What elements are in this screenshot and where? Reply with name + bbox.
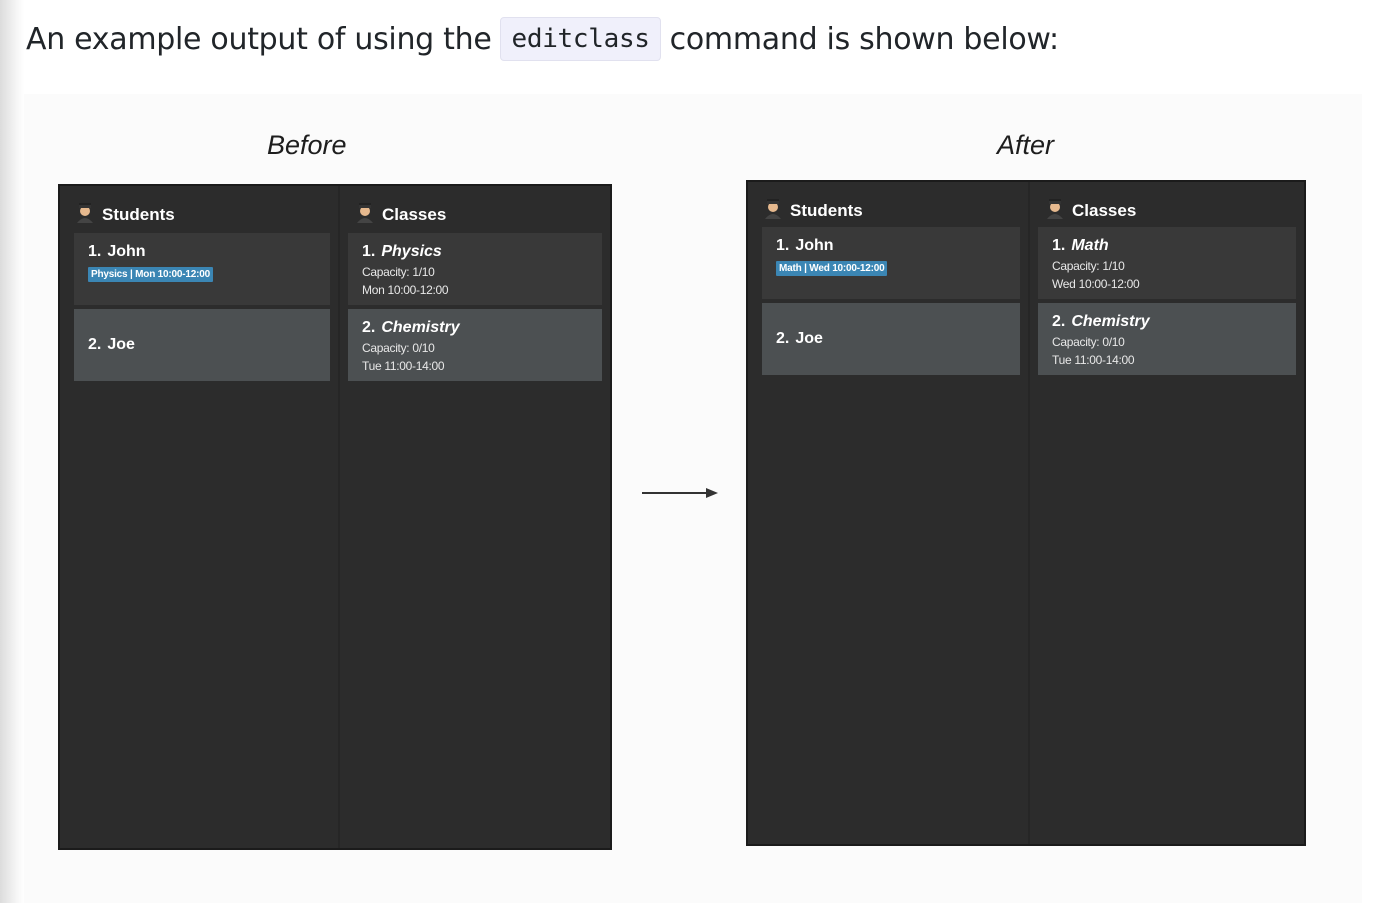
class-capacity: Capacity: 0/10 <box>1052 335 1125 349</box>
intro-sentence: An example output of using the editclass… <box>26 14 1059 64</box>
pane-title: Classes <box>382 205 447 224</box>
class-time: Tue 11:00-14:00 <box>1052 353 1135 367</box>
student-graduate-icon <box>76 202 94 228</box>
student-graduate-icon <box>1046 198 1064 224</box>
student-name: Joe <box>795 330 823 347</box>
after-students-header: Students <box>748 196 1028 226</box>
student-name: John <box>795 237 834 254</box>
class-name: Math <box>1071 237 1109 254</box>
list-item[interactable]: 1. Math Capacity: 1/10 Wed 10:00-12:00 <box>1038 227 1296 299</box>
pane-title: Classes <box>1072 201 1137 220</box>
after-classes-pane: Classes 1. Math Capacity: 1/10 Wed 10:00-… <box>1030 182 1304 844</box>
class-name: Physics <box>381 243 442 260</box>
pane-title: Students <box>790 201 863 220</box>
left-shade <box>0 0 24 903</box>
class-tag: Physics | Mon 10:00-12:00 <box>88 267 213 282</box>
after-classes-header: Classes <box>1030 196 1304 226</box>
intro-text-before: An example output of using the <box>26 21 492 57</box>
list-item[interactable]: 2. Joe <box>74 309 330 381</box>
list-item[interactable]: 1. John Math | Wed 10:00-12:00 <box>762 227 1020 299</box>
intro-text-after: command is shown below: <box>669 21 1059 57</box>
class-capacity: Capacity: 1/10 <box>1052 259 1125 273</box>
list-item[interactable]: 1. Physics Capacity: 1/10 Mon 10:00-12:00 <box>348 233 602 305</box>
item-index: 2. <box>1052 313 1066 330</box>
item-index: 2. <box>88 336 102 353</box>
class-time: Wed 10:00-12:00 <box>1052 277 1140 291</box>
item-index: 1. <box>88 243 102 260</box>
before-classes-pane: Classes 1. Physics Capacity: 1/10 Mon 10:… <box>340 186 610 848</box>
item-index: 1. <box>1052 237 1066 254</box>
student-name: Joe <box>107 336 135 353</box>
list-item[interactable]: 2. Joe <box>762 303 1020 375</box>
after-app-window: Students 1. John Math | Wed 10:00-12:00 2… <box>746 180 1306 846</box>
list-item[interactable]: 1. John Physics | Mon 10:00-12:00 <box>74 233 330 305</box>
item-index: 2. <box>362 319 376 336</box>
after-students-pane: Students 1. John Math | Wed 10:00-12:00 2… <box>748 182 1030 844</box>
student-graduate-icon <box>356 202 374 228</box>
item-index: 1. <box>362 243 376 260</box>
after-caption: After <box>997 130 1055 160</box>
class-capacity: Capacity: 0/10 <box>362 341 435 355</box>
before-students-pane: Students 1. John Physics | Mon 10:00-12:0… <box>60 186 340 848</box>
class-time: Mon 10:00-12:00 <box>362 283 449 297</box>
list-item[interactable]: 2. Chemistry Capacity: 0/10 Tue 11:00-14:… <box>348 309 602 381</box>
class-name: Chemistry <box>381 319 460 336</box>
list-item[interactable]: 2. Chemistry Capacity: 0/10 Tue 11:00-14:… <box>1038 303 1296 375</box>
class-capacity: Capacity: 1/10 <box>362 265 435 279</box>
before-students-header: Students <box>60 200 338 230</box>
pane-title: Students <box>102 205 175 224</box>
class-name: Chemistry <box>1071 313 1150 330</box>
item-index: 2. <box>776 330 790 347</box>
item-index: 1. <box>776 237 790 254</box>
before-caption: Before <box>267 130 347 160</box>
command-code: editclass <box>500 17 661 61</box>
before-classes-header: Classes <box>340 200 610 230</box>
right-arrow-icon <box>640 483 720 507</box>
class-tag: Math | Wed 10:00-12:00 <box>776 261 888 276</box>
before-app-window: Students 1. John Physics | Mon 10:00-12:0… <box>58 184 612 850</box>
student-graduate-icon <box>764 198 782 224</box>
class-time: Tue 11:00-14:00 <box>362 359 445 373</box>
student-name: John <box>107 243 146 260</box>
